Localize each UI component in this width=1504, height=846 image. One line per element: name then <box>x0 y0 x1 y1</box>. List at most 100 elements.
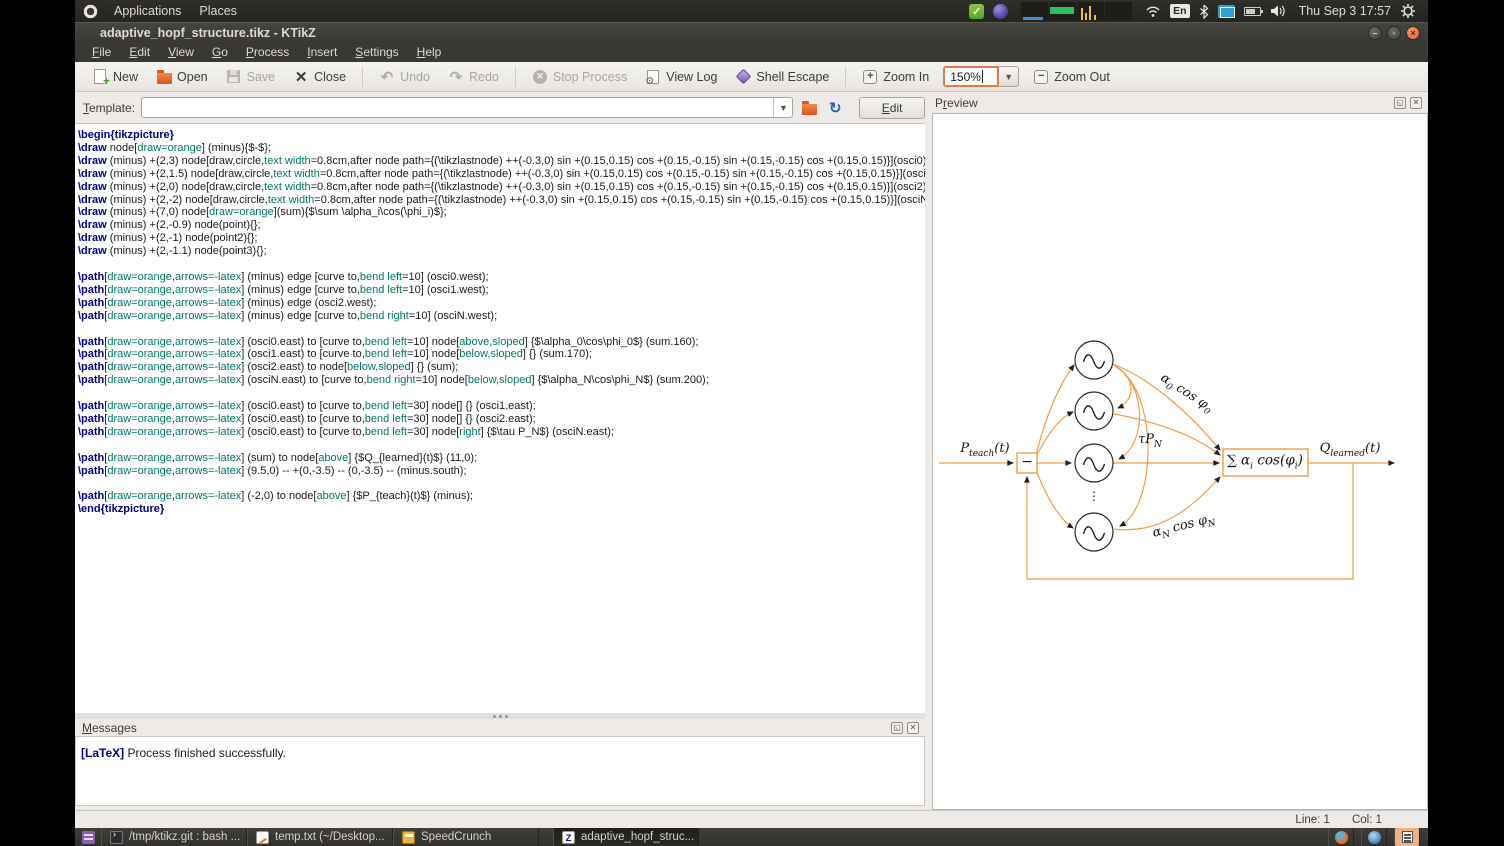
menu-file[interactable]: File <box>83 43 120 61</box>
float-dock-icon[interactable]: ◱ <box>891 722 903 734</box>
zoom-in-button[interactable]: + Zoom In <box>855 65 936 89</box>
taskbar-firefox-button[interactable] <box>1328 828 1354 846</box>
redo-icon: ↷ <box>448 69 464 85</box>
code-line[interactable]: \path[draw=orange,arrows=-latex] (sum) t… <box>78 452 925 465</box>
code-line[interactable]: \begin{tikzpicture} <box>78 129 925 142</box>
template-edit-button[interactable]: Edit <box>859 97 925 119</box>
shell-escape-button[interactable]: Shell Escape <box>728 65 836 89</box>
menu-applications[interactable]: Applications <box>112 2 183 20</box>
code-line[interactable]: \draw (minus) +(2,3) node[draw,circle,te… <box>78 155 925 168</box>
code-line[interactable] <box>78 258 925 271</box>
code-line[interactable]: \draw (minus) +(2,-2) node[draw,circle,t… <box>78 194 925 207</box>
view-log-button[interactable]: View Log <box>638 65 724 89</box>
code-line[interactable]: \path[draw=orange,arrows=-latex] (minus)… <box>78 297 925 310</box>
keyboard-layout-indicator[interactable]: En <box>1170 4 1189 18</box>
minimize-button[interactable]: – <box>1368 26 1382 40</box>
code-line[interactable]: \draw (minus) +(2,0) node[draw,circle,te… <box>78 181 925 194</box>
volume-icon[interactable] <box>1270 4 1286 18</box>
diagram-label-tau-pn: τPN <box>1138 432 1162 450</box>
code-line[interactable]: \end{tikzpicture} <box>78 503 925 516</box>
code-line[interactable]: \draw node[draw=orange] (minus){$-$}; <box>78 142 925 155</box>
taskbar-browser-button[interactable] <box>1361 828 1387 846</box>
new-button[interactable]: New <box>85 65 145 89</box>
menu-process[interactable]: Process <box>237 43 298 61</box>
tray-app-icon[interactable] <box>993 4 1008 19</box>
template-dropdown-arrow[interactable]: ▼ <box>773 98 792 117</box>
menu-settings[interactable]: Settings <box>346 43 407 61</box>
distro-logo-icon[interactable] <box>83 4 98 19</box>
code-editor[interactable]: \begin{tikzpicture}\draw node[draw=orang… <box>75 123 925 713</box>
template-label: Template: <box>83 101 135 115</box>
maximize-button[interactable]: ▫ <box>1387 26 1401 40</box>
stop-process-button[interactable]: ✕ Stop Process <box>525 65 634 89</box>
system-monitor-applet[interactable] <box>1021 2 1132 20</box>
message-tag: [LaTeX] <box>81 746 124 760</box>
code-line[interactable]: \path[draw=orange,arrows=-latex] (osci0.… <box>78 426 925 439</box>
close-dock-icon[interactable]: ✕ <box>907 722 919 734</box>
template-open-button[interactable] <box>799 98 819 118</box>
menu-edit[interactable]: Edit <box>120 43 159 61</box>
updates-ok-icon[interactable]: ✓ <box>969 4 984 19</box>
taskbar-item-terminal[interactable]: /tmp/ktikz.git : bash ... <box>101 828 247 846</box>
close-dock-icon[interactable]: ✕ <box>1410 97 1422 109</box>
close-file-button[interactable]: ✕ Close <box>286 65 353 89</box>
code-line[interactable]: \draw (minus) +(2,-1) node(point2){}; <box>78 232 925 245</box>
code-line[interactable]: \path[draw=orange,arrows=-latex] (minus)… <box>78 310 925 323</box>
shell-escape-icon <box>735 69 751 85</box>
close-window-button[interactable]: × <box>1406 26 1420 40</box>
menu-help[interactable]: Help <box>408 43 451 61</box>
code-line[interactable]: \path[draw=orange,arrows=-latex] (-2,0) … <box>78 490 925 503</box>
oscillator-node <box>1075 392 1113 430</box>
menu-insert[interactable]: Insert <box>298 43 346 61</box>
note-pencil-icon <box>1402 831 1413 843</box>
code-line[interactable]: \path[draw=orange,arrows=-latex] (osci0.… <box>78 413 925 426</box>
zoom-dropdown-arrow[interactable]: ▼ <box>999 66 1019 87</box>
code-line[interactable]: \path[draw=orange,arrows=-latex] (osciN.… <box>78 374 925 387</box>
code-line[interactable]: \path[draw=orange,arrows=-latex] (osci2.… <box>78 361 925 374</box>
code-line[interactable]: \path[draw=orange,arrows=-latex] (9.5,0)… <box>78 465 925 478</box>
code-line[interactable]: \path[draw=orange,arrows=-latex] (osci0.… <box>78 336 925 349</box>
messages-panel[interactable]: [LaTeX] Process finished successfully. <box>75 736 925 806</box>
code-line[interactable]: \path[draw=orange,arrows=-latex] (minus)… <box>78 284 925 297</box>
menu-go[interactable]: Go <box>203 43 237 61</box>
mail-icon[interactable] <box>1218 5 1235 18</box>
close-icon: ✕ <box>293 69 309 85</box>
code-line[interactable]: \path[draw=orange,arrows=-latex] (osci1.… <box>78 348 925 361</box>
code-line[interactable] <box>78 323 925 336</box>
menu-view[interactable]: View <box>159 43 203 61</box>
redo-button[interactable]: ↷ Redo <box>441 65 506 89</box>
window-title: adaptive_hopf_structure.tikz - KTikZ <box>100 26 316 40</box>
code-line[interactable]: \draw (minus) +(2,1.5) node[draw,circle,… <box>78 168 925 181</box>
code-line[interactable]: \draw (minus) +(2,-1.1) node(point3){}; <box>78 245 925 258</box>
code-line[interactable]: \path[draw=orange,arrows=-latex] (osci0.… <box>78 400 925 413</box>
window-list-button[interactable] <box>75 828 101 846</box>
menu-places[interactable]: Places <box>197 2 239 20</box>
taskbar-item-speedcrunch[interactable]: SpeedCrunch <box>393 828 539 846</box>
template-reload-button[interactable]: ↻ <box>825 98 845 118</box>
undo-button[interactable]: ↶ Undo <box>372 65 437 89</box>
battery-icon[interactable] <box>1244 7 1261 16</box>
code-line[interactable]: \draw (minus) +(7,0) node[draw=orange](s… <box>78 206 925 219</box>
taskbar-notes-button[interactable] <box>1394 828 1420 846</box>
code-line[interactable] <box>78 387 925 400</box>
firefox-icon <box>1335 831 1348 844</box>
session-gear-icon[interactable] <box>1400 3 1416 19</box>
desktop-screen: Applications Places ✓ <box>75 0 1428 846</box>
taskbar-item-ktikz[interactable]: Z adaptive_hopf_struc... <box>553 828 699 846</box>
zoom-level-input[interactable]: 150% <box>943 66 999 87</box>
taskbar-item-texteditor[interactable]: temp.txt (~/Desktop... <box>247 828 393 846</box>
undo-icon: ↶ <box>379 69 395 85</box>
float-dock-icon[interactable]: ◱ <box>1394 97 1406 109</box>
open-button[interactable]: Open <box>149 65 215 89</box>
zoom-out-button[interactable]: − Zoom Out <box>1026 65 1117 89</box>
clock[interactable]: Thu Sep 3 17:57 <box>1299 4 1391 18</box>
code-line[interactable] <box>78 477 925 490</box>
code-line[interactable]: \path[draw=orange,arrows=-latex] (minus)… <box>78 271 925 284</box>
bluetooth-icon[interactable] <box>1199 4 1209 19</box>
code-line[interactable]: \draw (minus) +(2,-0.9) node(point){}; <box>78 219 925 232</box>
window-titlebar[interactable]: adaptive_hopf_structure.tikz - KTikZ – ▫… <box>75 22 1428 42</box>
save-button[interactable]: Save <box>219 65 283 89</box>
code-line[interactable] <box>78 439 925 452</box>
template-combo[interactable]: ▼ <box>141 97 793 118</box>
wifi-icon[interactable] <box>1145 4 1161 18</box>
